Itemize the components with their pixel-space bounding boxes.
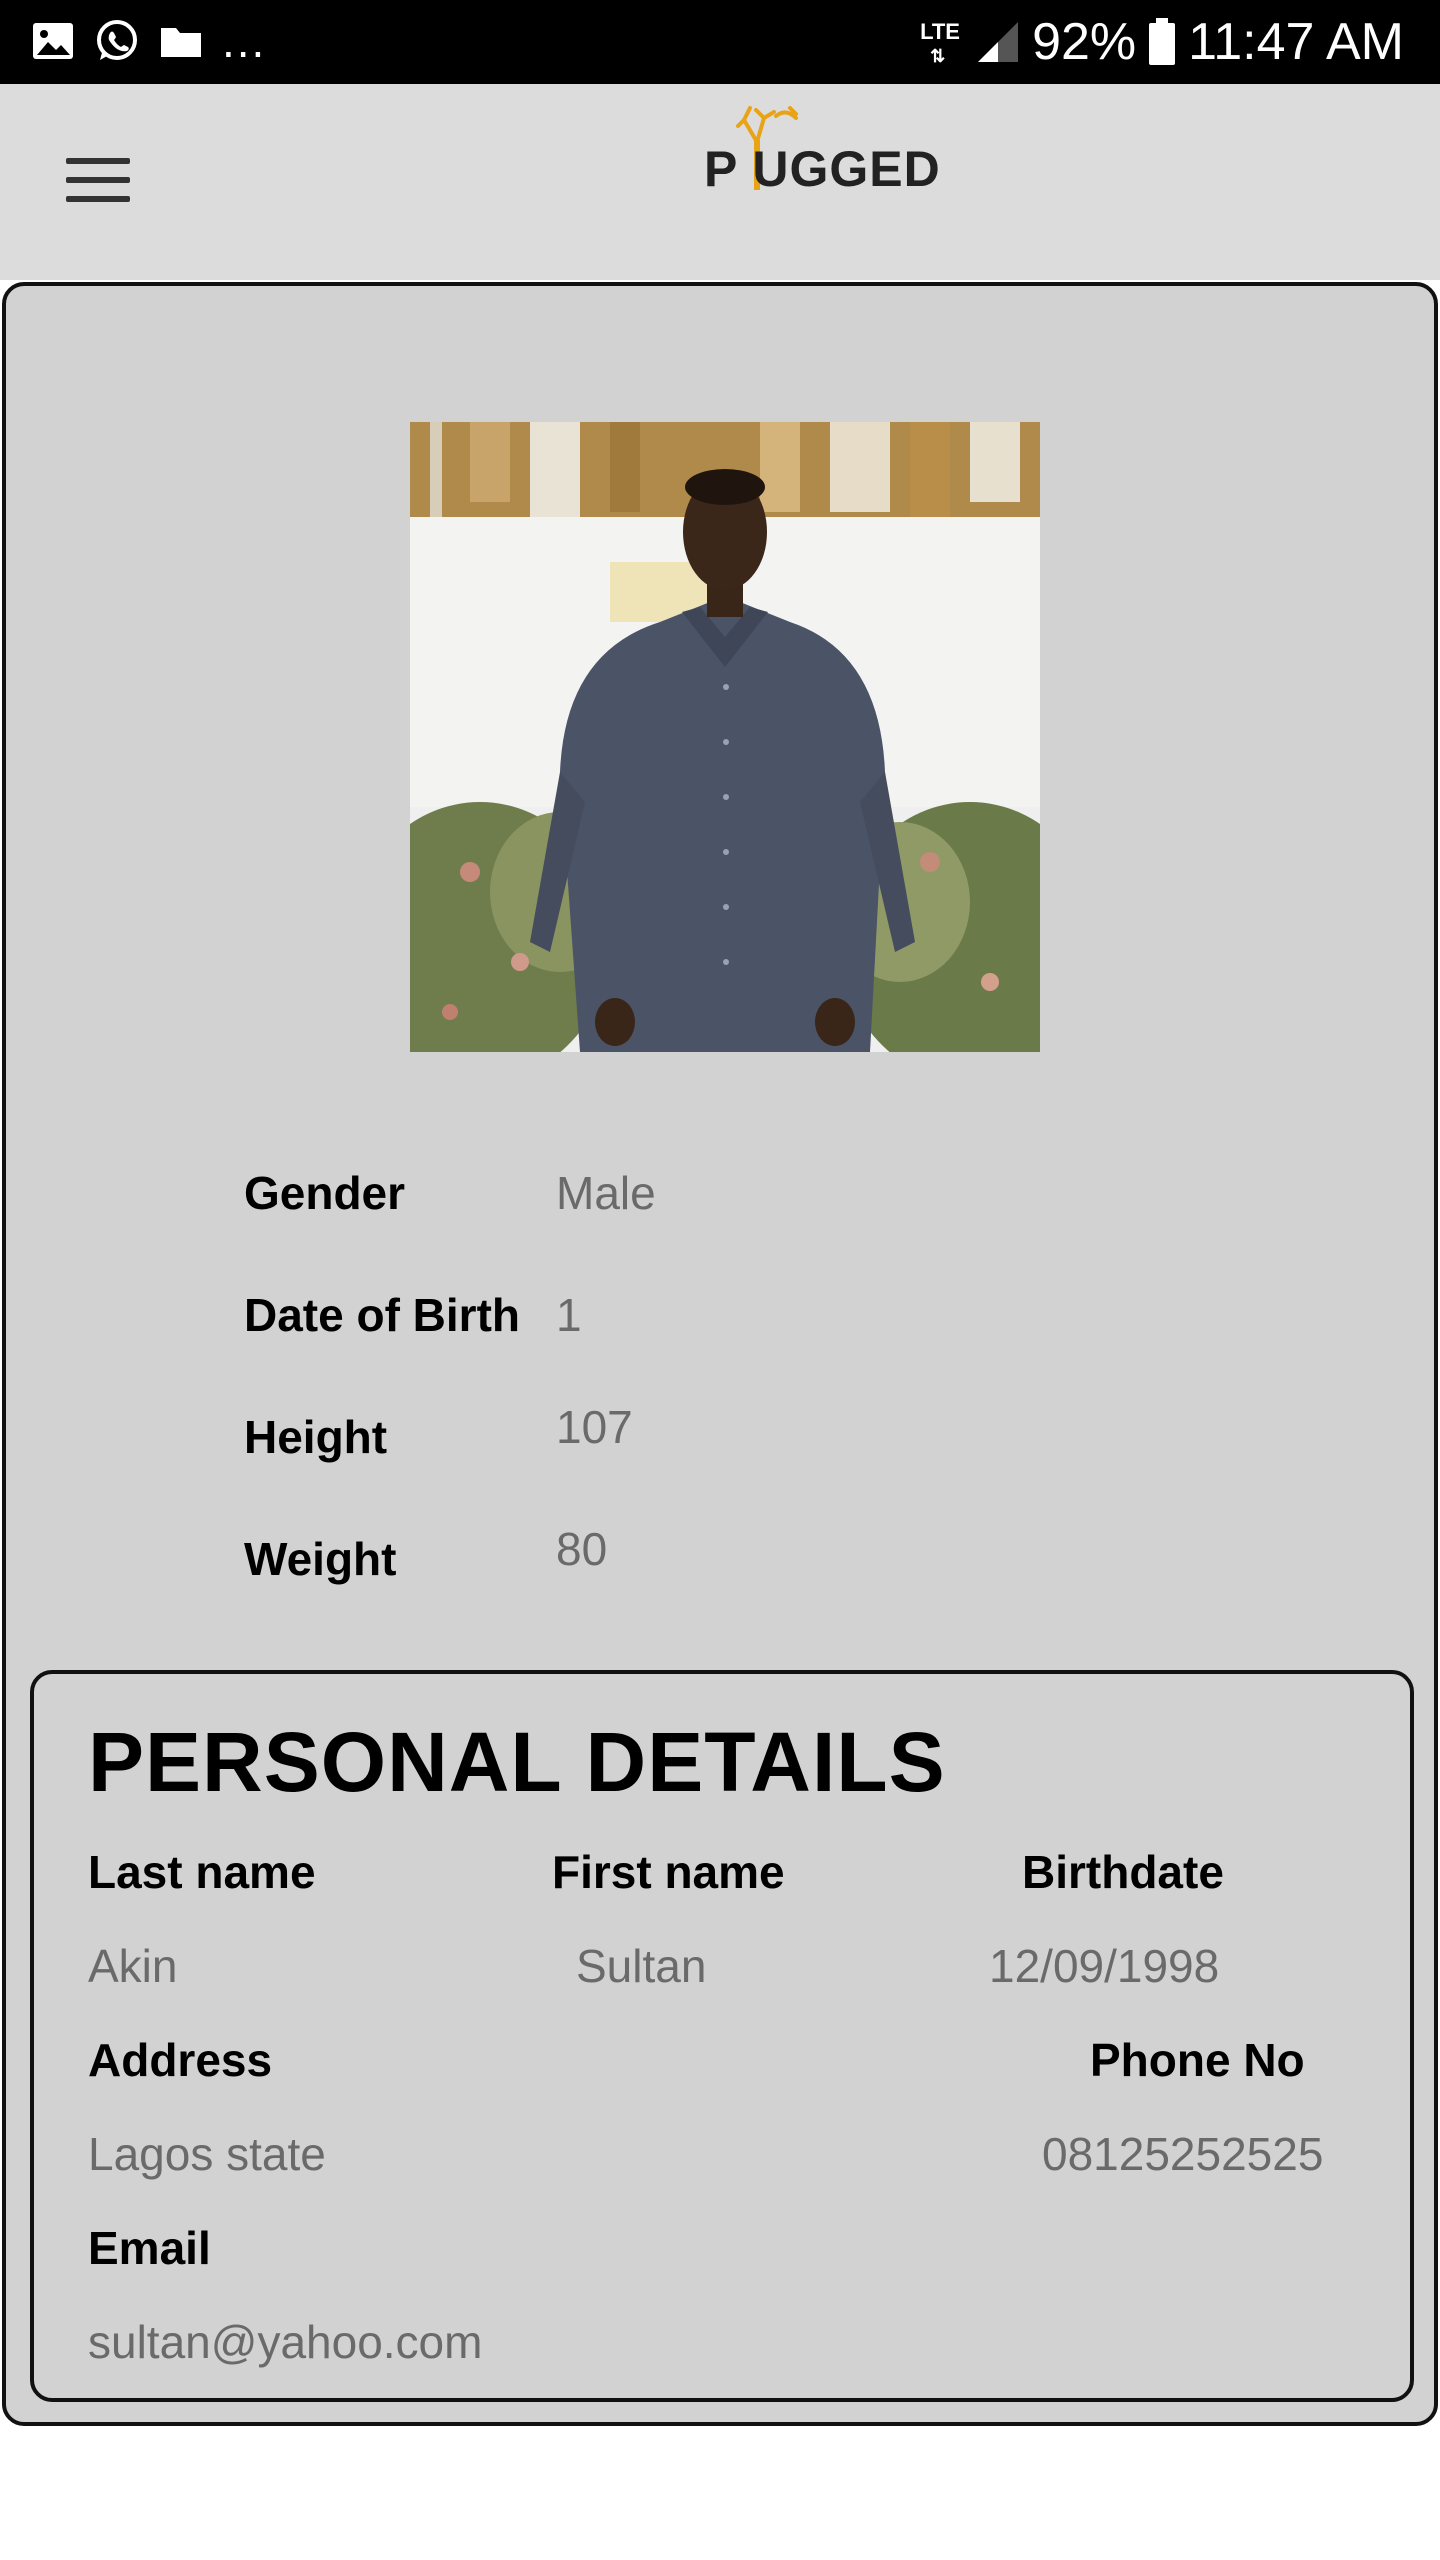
address-label: Address (88, 2034, 273, 2086)
email-value: sultan@yahoo.com (88, 2316, 483, 2368)
gender-value: Male (556, 1167, 656, 1219)
birthdate-value: 12/09/1998 (989, 1940, 1220, 1992)
personal-details-box: PERSONAL DETAILS Last name First name Bi… (30, 1670, 1414, 2402)
first-name-label: First name (552, 1846, 785, 1898)
status-bar: ... LTE ⇅ 92% 11:47 AM (0, 0, 1440, 84)
app-header: P UGGED (0, 84, 1440, 280)
dob-label: Date of Birth (244, 1289, 520, 1341)
last-name-value: Akin (88, 1940, 178, 1992)
phone-label: Phone No (1090, 2034, 1305, 2086)
last-name-label: Last name (88, 1846, 316, 1898)
battery-percent: 92% (1032, 13, 1137, 71)
image-icon (33, 23, 73, 59)
info-row-gender: Gender Male (244, 1166, 1144, 1246)
whatsapp-icon (97, 20, 137, 60)
profile-photo (410, 422, 1040, 1052)
personal-details-title: PERSONAL DETAILS (88, 1715, 946, 1809)
email-label: Email (88, 2222, 211, 2274)
weight-value: 80 (556, 1523, 608, 1575)
hamburger-menu-icon[interactable] (60, 152, 136, 212)
status-right: LTE ⇅ 92% 11:47 AM (918, 10, 1404, 74)
plugged-logo[interactable]: P UGGED (704, 100, 956, 200)
height-label: Height (244, 1411, 388, 1463)
phone-value: 08125252525 (1042, 2128, 1324, 2180)
battery-icon (1149, 18, 1176, 65)
signal-icon (978, 22, 1019, 62)
address-value: Lagos state (88, 2128, 326, 2180)
lte-network-icon: LTE ⇅ (920, 19, 960, 67)
info-row-dob: Date of Birth 1 (244, 1288, 1144, 1368)
height-value: 107 (556, 1401, 633, 1453)
folder-icon (161, 28, 201, 57)
gender-label: Gender (244, 1167, 406, 1219)
weight-label: Weight (244, 1533, 397, 1585)
logo-text: P UGGED (704, 141, 941, 197)
more-notifications: ... (222, 15, 267, 67)
birthdate-label: Birthdate (1022, 1846, 1224, 1898)
clock: 11:47 AM (1188, 13, 1404, 71)
first-name-value: Sultan (576, 1940, 707, 1992)
status-left-icons: ... (30, 18, 266, 64)
info-row-height: Height 107 (244, 1401, 1144, 1490)
dob-value: 1 (556, 1289, 582, 1341)
info-row-weight: Weight 80 (244, 1523, 1144, 1612)
profile-card: Gender Male Date of Birth 1 Height 107 W… (2, 282, 1438, 2426)
